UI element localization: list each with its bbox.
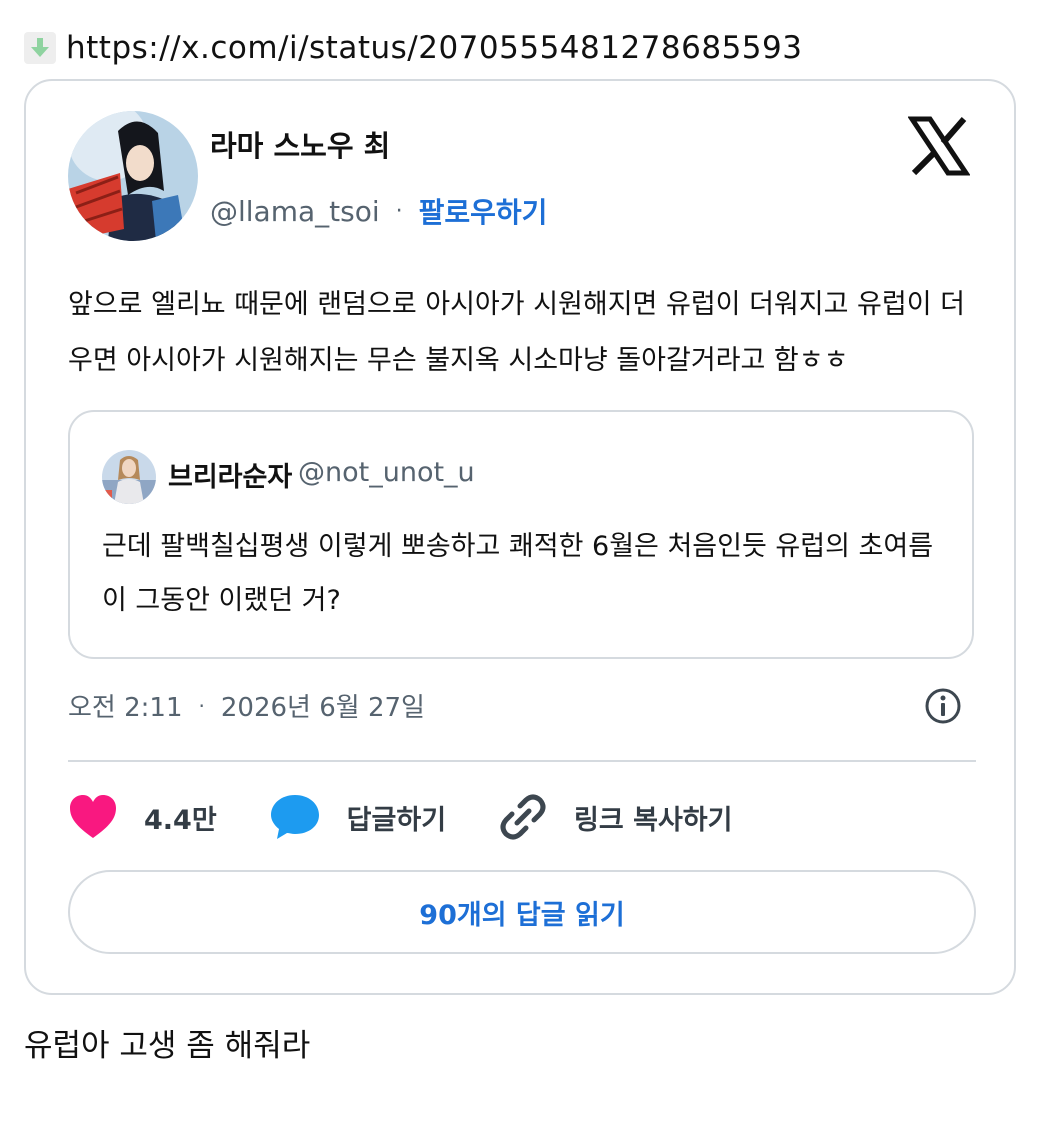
author-avatar[interactable] bbox=[68, 111, 198, 241]
divider bbox=[68, 760, 976, 762]
download-arrow-icon bbox=[24, 32, 56, 64]
author-handle[interactable]: @llama_tsoi bbox=[210, 195, 380, 228]
url-row[interactable]: https://x.com/i/status/20705554812786855… bbox=[24, 28, 802, 68]
quote-author-handle[interactable]: @not_unot_u bbox=[298, 457, 475, 488]
handle-row: @llama_tsoi · 팔로우하기 bbox=[210, 191, 547, 231]
x-logo-icon[interactable] bbox=[908, 115, 970, 177]
follow-button[interactable]: 팔로우하기 bbox=[419, 191, 548, 231]
tweet-text: 앞으로 엘리뇨 때문에 랜덤으로 아시아가 시원해지면 유럽이 더워지고 유럽이… bbox=[68, 289, 965, 376]
like-button[interactable]: 4.4만 bbox=[68, 794, 217, 840]
read-replies-button[interactable]: 90개의 답글 읽기 bbox=[68, 870, 976, 954]
url-link[interactable]: https://x.com/i/status/20705554812786855… bbox=[66, 30, 802, 66]
reply-bubble-icon bbox=[270, 795, 319, 839]
reply-label: 답글하기 bbox=[346, 804, 447, 836]
heart-icon bbox=[70, 795, 116, 838]
tweet-date: 2026년 6월 27일 bbox=[220, 693, 425, 723]
link-icon bbox=[500, 794, 546, 840]
post-caption: 유럽아 고생 좀 해줘라 bbox=[24, 1028, 311, 1064]
copy-link-button[interactable]: 링크 복사하기 bbox=[498, 792, 733, 842]
action-bar: 4.4만 답글하기 링크 복사하기 bbox=[68, 785, 785, 849]
copy-link-label: 링크 복사하기 bbox=[574, 804, 733, 836]
quoted-tweet[interactable]: 브리라순자 @not_unot_u 근데 팔백칠십평생 이렇게 뽀송하고 쾌적한… bbox=[68, 410, 974, 659]
author-name[interactable]: 라마 스노우 최 bbox=[210, 123, 390, 165]
like-count: 4.4만 bbox=[144, 804, 217, 836]
tweet-timestamp[interactable]: 오전 2:11 · 2026년 6월 27일 bbox=[68, 687, 425, 724]
tweet-time: 오전 2:11 bbox=[68, 693, 183, 723]
separator-dot: · bbox=[395, 198, 403, 224]
tweet-card[interactable]: 라마 스노우 최 @llama_tsoi · 팔로우하기 앞으로 엘리뇨 때문에… bbox=[24, 79, 1016, 995]
reply-button[interactable]: 답글하기 bbox=[269, 793, 446, 841]
quote-author-avatar[interactable] bbox=[102, 450, 156, 504]
timestamp-separator: · bbox=[198, 693, 205, 718]
quote-text: 근데 팔백칠십평생 이렇게 뽀송하고 쾌적한 6월은 처음인듯 유럽의 초여름이… bbox=[102, 531, 934, 616]
info-icon[interactable] bbox=[924, 687, 962, 725]
quote-author-name[interactable]: 브리라순자 bbox=[168, 455, 292, 494]
